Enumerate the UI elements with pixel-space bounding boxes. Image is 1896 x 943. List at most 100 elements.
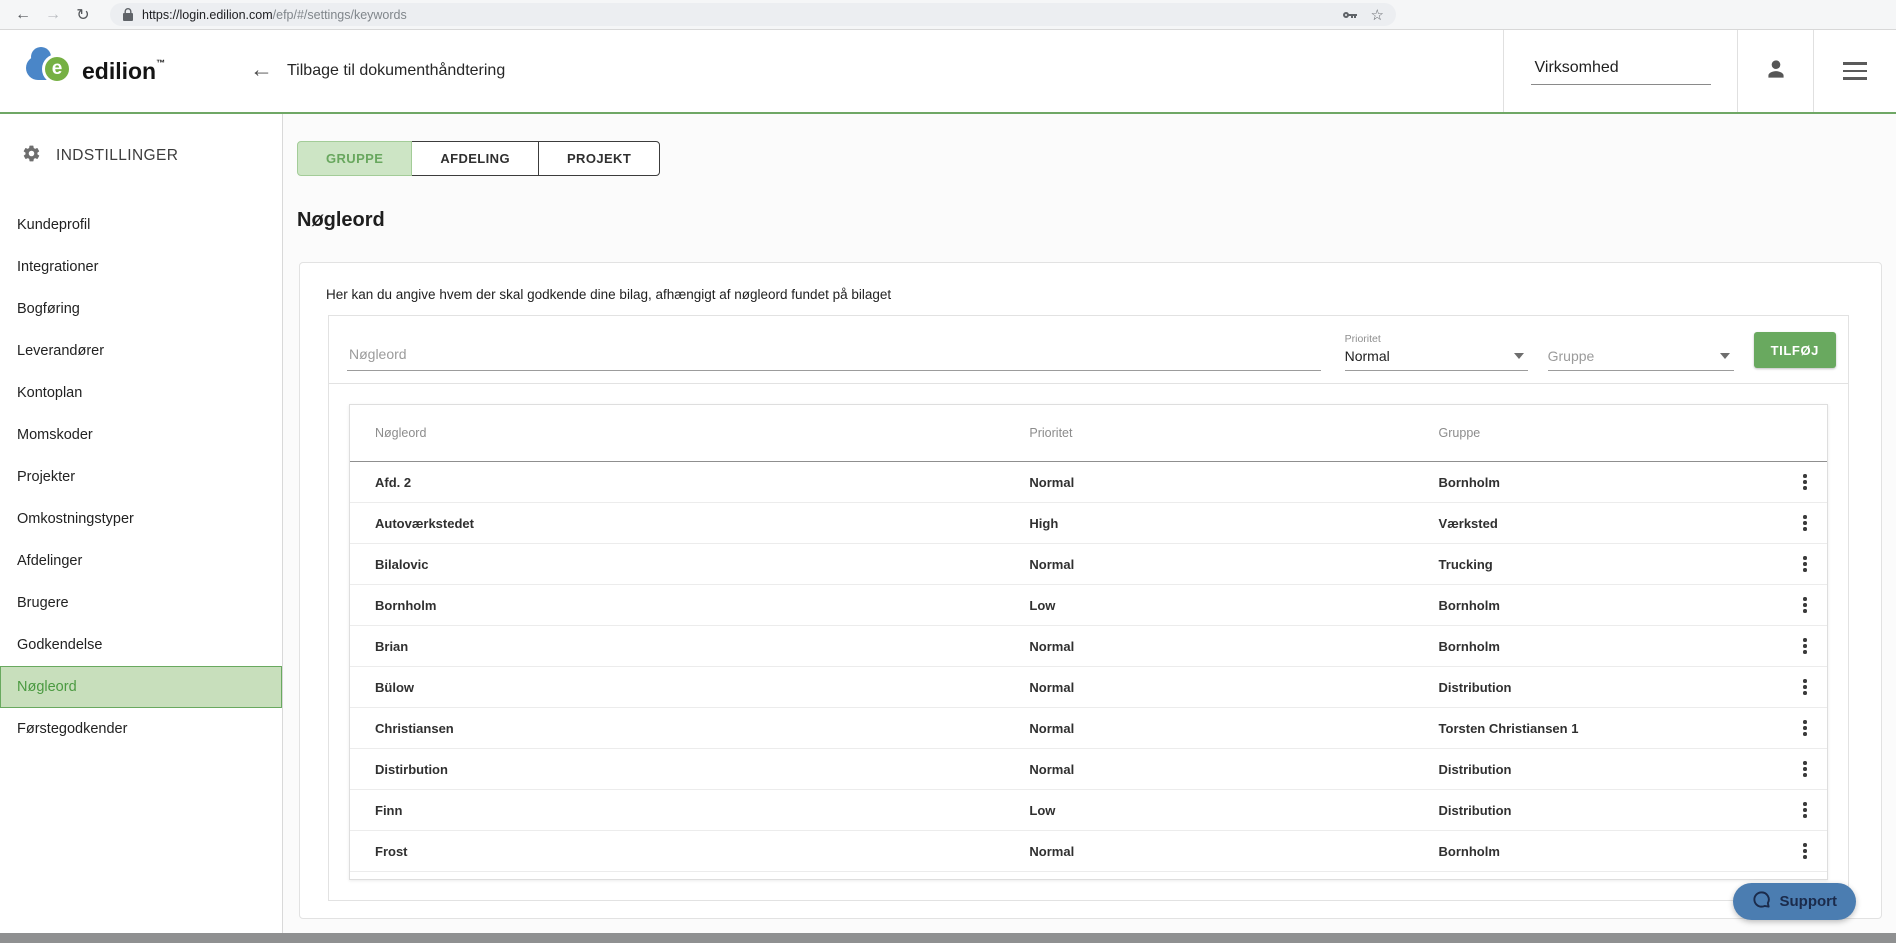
kebab-menu-icon[interactable]	[1797, 796, 1813, 824]
keyword-cell: Brian	[375, 638, 409, 654]
keywords-card: Her kan du angive hvem der skal godkende…	[299, 262, 1882, 919]
group-cell: Distribution	[1438, 802, 1512, 818]
address-bar[interactable]: https://login.edilion.com/efp/#/settings…	[110, 3, 1396, 26]
tab-afdeling[interactable]: AFDELING	[411, 141, 539, 176]
logo-e-badge: e	[42, 54, 72, 84]
password-key-icon[interactable]	[1341, 10, 1357, 20]
sidebar-item-brugere[interactable]: Brugere	[0, 582, 282, 624]
group-select[interactable]: Gruppe	[1547, 348, 1734, 371]
main-content: GRUPPE AFDELING PROJEKT Nøgleord Her kan d…	[283, 114, 1896, 943]
browser-reload-icon[interactable]: ↻	[72, 5, 94, 25]
support-button[interactable]: Support	[1732, 883, 1856, 920]
priority-label: Prioritet	[1344, 333, 1381, 345]
bookmark-star-icon[interactable]: ☆	[1371, 6, 1384, 24]
priority-select[interactable]: Normal	[1344, 348, 1528, 371]
header-priority: Prioritet	[1029, 426, 1073, 440]
group-cell: Værksted	[1438, 515, 1498, 531]
table-row: Brian Normal Bornholm	[350, 626, 1827, 667]
tab-projekt[interactable]: PROJEKT	[537, 141, 661, 176]
sidebar-item-integrationer[interactable]: Integrationer	[0, 246, 282, 288]
settings-sidebar: INDSTILLINGER Kundeprofil Integrationer Bo…	[0, 114, 283, 943]
row-menu-cell	[1783, 796, 1827, 824]
browser-forward-icon[interactable]: →	[42, 6, 64, 24]
priority-cell: Normal	[1029, 843, 1075, 859]
header-group: Gruppe	[1438, 426, 1481, 440]
kebab-menu-icon[interactable]	[1797, 673, 1813, 701]
sidebar-item-forstegodkender[interactable]: Førstegodkender	[0, 708, 282, 750]
sidebar-item-afdelinger[interactable]: Afdelinger	[0, 540, 282, 582]
page-title: Nøgleord	[297, 209, 385, 231]
group-field: Gruppe	[1547, 348, 1734, 371]
gear-icon	[22, 144, 41, 168]
user-icon	[1763, 56, 1789, 87]
group-cell: Bornholm	[1438, 474, 1500, 490]
sidebar-title: INDSTILLINGER	[56, 147, 179, 164]
lock-icon	[122, 8, 134, 21]
row-menu-cell	[1783, 837, 1827, 865]
priority-cell: Normal	[1029, 761, 1075, 777]
priority-cell: Normal	[1029, 720, 1075, 736]
sidebar-item-leverandorer[interactable]: Leverandører	[0, 330, 282, 372]
row-menu-cell	[1783, 673, 1827, 701]
logo-wordmark: edilion™	[82, 57, 166, 84]
chat-bubble-icon	[1752, 890, 1771, 914]
keyword-cell: Bornholm	[375, 597, 437, 613]
table-body: Afd. 2 Normal Bornholm Autoværkstedet High Væ…	[350, 462, 1827, 872]
keyword-cell: Bülow	[375, 679, 414, 695]
row-menu-cell	[1783, 550, 1827, 578]
user-menu-button[interactable]	[1737, 30, 1813, 112]
logo[interactable]: e edilion™	[0, 30, 250, 112]
tab-group: GRUPPE AFDELING PROJEKT	[297, 141, 1896, 176]
row-menu-cell	[1783, 591, 1827, 619]
support-label: Support	[1779, 893, 1838, 910]
sidebar-item-godkendelse[interactable]: Godkendelse	[0, 624, 282, 666]
sidebar-items: Kundeprofil Integrationer Bogføring Leveran…	[0, 204, 282, 750]
priority-cell: Normal	[1029, 474, 1075, 490]
kebab-menu-icon[interactable]	[1797, 714, 1813, 742]
keyword-cell: Christiansen	[375, 720, 454, 736]
row-menu-cell	[1783, 755, 1827, 783]
kebab-menu-icon[interactable]	[1797, 509, 1813, 537]
sidebar-item-bogforing[interactable]: Bogføring	[0, 288, 282, 330]
priority-cell: High	[1029, 515, 1059, 531]
sidebar-item-nogleord[interactable]: Nøgleord	[0, 666, 282, 708]
kebab-menu-icon[interactable]	[1797, 591, 1813, 619]
sidebar-item-projekter[interactable]: Projekter	[0, 456, 282, 498]
back-to-documents-link[interactable]: ← Tilbage til dokumenthåndtering	[250, 30, 1503, 112]
table-row: Autoværkstedet High Værksted	[350, 503, 1827, 544]
sidebar-item-omkostningstyper[interactable]: Omkostningstyper	[0, 498, 282, 540]
browser-toolbar: ← → ↻ https://login.edilion.com/efp/#/se…	[0, 0, 1896, 30]
table-row: Bornholm Low Bornholm	[350, 585, 1827, 626]
back-arrow-icon[interactable]: ←	[250, 58, 273, 81]
table-row: Distirbution Normal Distribution	[350, 749, 1827, 790]
row-menu-cell	[1783, 714, 1827, 742]
priority-cell: Low	[1029, 802, 1056, 818]
window-bottom-strip	[0, 933, 1896, 943]
row-menu-cell	[1783, 468, 1827, 496]
kebab-menu-icon[interactable]	[1797, 837, 1813, 865]
browser-back-icon[interactable]: ←	[12, 6, 34, 24]
kebab-menu-icon[interactable]	[1797, 468, 1813, 496]
table-row: Bilalovic Normal Trucking	[350, 544, 1827, 585]
row-menu-cell	[1783, 509, 1827, 537]
group-cell: Torsten Christiansen 1	[1438, 720, 1579, 736]
url-path: /efp/#/settings/keywords	[272, 7, 407, 22]
kebab-menu-icon[interactable]	[1797, 755, 1813, 783]
add-button[interactable]: TILFØJ	[1753, 332, 1836, 368]
keyword-cell: Afd. 2	[375, 474, 412, 490]
company-selector[interactable]: Virksomhed	[1503, 30, 1737, 112]
sidebar-item-kundeprofil[interactable]: Kundeprofil	[0, 204, 282, 246]
priority-cell: Normal	[1029, 638, 1075, 654]
keyword-input[interactable]	[347, 346, 1321, 371]
sidebar-item-momskoder[interactable]: Momskoder	[0, 414, 282, 456]
keywords-panel: Prioritet Normal Gruppe TILFØJ	[328, 315, 1849, 901]
table-row: Christiansen Normal Torsten Christiansen 1	[350, 708, 1827, 749]
sidebar-item-kontoplan[interactable]: Kontoplan	[0, 372, 282, 414]
group-cell: Trucking	[1438, 556, 1493, 572]
group-cell: Bornholm	[1438, 843, 1500, 859]
kebab-menu-icon[interactable]	[1797, 550, 1813, 578]
keyword-cell: Distirbution	[375, 761, 448, 777]
kebab-menu-icon[interactable]	[1797, 632, 1813, 660]
tab-gruppe[interactable]: GRUPPE	[297, 141, 413, 176]
main-menu-button[interactable]	[1813, 30, 1896, 112]
